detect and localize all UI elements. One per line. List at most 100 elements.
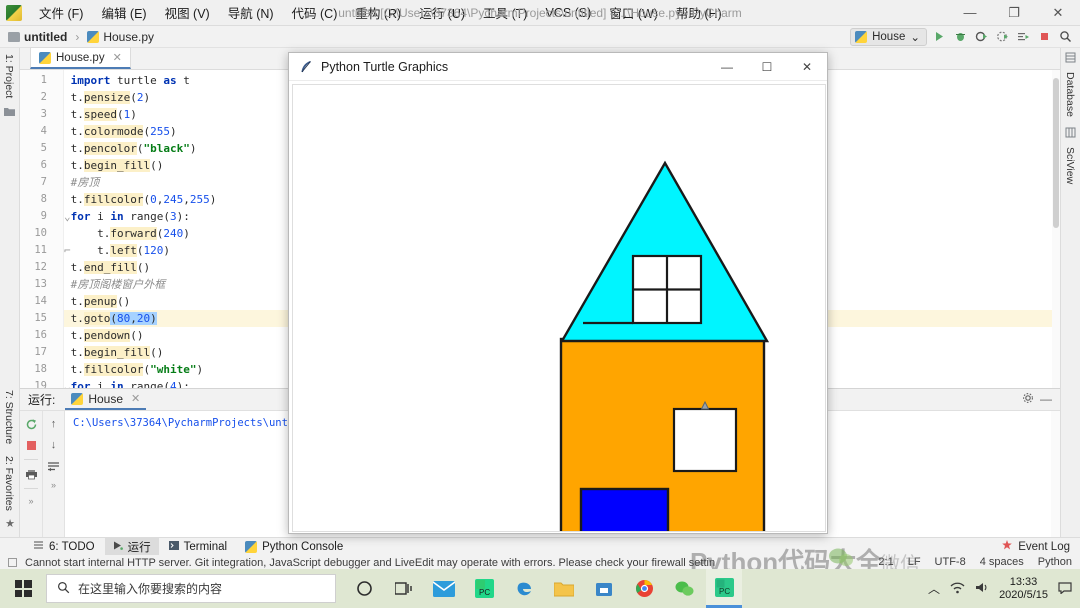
editor-tab-house-py[interactable]: House.py ✕ — [30, 47, 131, 69]
edge-icon[interactable] — [506, 569, 542, 608]
tool-tab-terminal[interactable]: Terminal — [161, 540, 235, 554]
run-configuration-selector[interactable]: House ⌄ — [850, 27, 927, 46]
menu-tools[interactable]: 工具 (T) — [474, 0, 536, 26]
run-with-console-icon[interactable] — [1014, 28, 1032, 46]
menu-code[interactable]: 代码 (C) — [283, 0, 347, 26]
tool-window-project[interactable]: 1: Project — [0, 48, 18, 104]
svg-text:PC: PC — [719, 587, 730, 596]
turtle-title-bar: Python Turtle Graphics — ☐ ✕ — [289, 53, 827, 81]
print-icon[interactable] — [24, 467, 38, 481]
minimize-button[interactable]: — — [948, 0, 992, 26]
debug-icon[interactable] — [951, 28, 969, 46]
menu-edit[interactable]: 编辑 (E) — [92, 0, 155, 26]
taskbar-search[interactable]: 在这里输入你要搜索的内容 — [46, 574, 336, 603]
turtle-maximize-button[interactable]: ☐ — [747, 53, 787, 81]
breadcrumb-project[interactable]: untitled — [24, 30, 67, 44]
turtle-window-controls: — ☐ ✕ — [707, 53, 827, 81]
close-button[interactable]: ✕ — [1036, 0, 1080, 26]
project-folder-icon — [4, 106, 19, 120]
line-number: 7 — [40, 176, 47, 188]
window-controls: — ❐ ✕ — [948, 0, 1080, 26]
tool-window-sciview[interactable]: SciView — [1061, 141, 1079, 190]
mail-icon[interactable] — [426, 569, 462, 608]
menu-vcs[interactable]: VCS (S) — [536, 2, 600, 24]
start-button[interactable] — [0, 569, 46, 608]
line-number: 19 — [34, 380, 47, 388]
cortana-icon[interactable] — [346, 569, 382, 608]
scroll-down-icon[interactable]: ↓ — [47, 438, 61, 452]
explorer-icon[interactable] — [546, 569, 582, 608]
editor-scrollbar[interactable] — [1052, 70, 1060, 388]
turtle-close-button[interactable]: ✕ — [787, 53, 827, 81]
menu-help[interactable]: 帮助 (H) — [667, 0, 731, 26]
todo-icon — [34, 540, 44, 553]
pycharm-logo-icon — [6, 4, 22, 21]
pycharm-icon[interactable]: PC — [466, 569, 502, 608]
clock-date: 2020/5/15 — [999, 588, 1048, 601]
menu-run[interactable]: 运行 (U) — [410, 0, 474, 26]
gear-icon[interactable] — [1022, 392, 1034, 407]
turtle-canvas[interactable] — [292, 84, 826, 532]
run-tab-house[interactable]: House ✕ — [65, 389, 147, 410]
line-separator[interactable]: LF — [908, 556, 921, 568]
stop-icon[interactable] — [1035, 28, 1053, 46]
caret-position[interactable]: 2:1 — [878, 556, 893, 568]
chrome-icon[interactable] — [626, 569, 662, 608]
rerun-icon[interactable] — [24, 417, 38, 431]
menu-window[interactable]: 窗口 (W) — [600, 0, 667, 26]
pycharm-active-icon[interactable]: PC — [706, 569, 742, 608]
menu-file[interactable]: 文件 (F) — [30, 0, 92, 26]
soft-wrap-icon[interactable] — [47, 459, 61, 473]
taskbar-clock[interactable]: 13:33 2020/5/15 — [999, 576, 1048, 602]
tool-window-database-label: Database — [1064, 72, 1076, 117]
file-encoding[interactable]: UTF-8 — [935, 556, 966, 568]
console-scrollbar[interactable] — [1051, 411, 1060, 537]
run-icon[interactable] — [930, 28, 948, 46]
menu-refactor[interactable]: 重构 (R) — [346, 0, 410, 26]
event-log-icon — [1002, 540, 1013, 553]
tool-tab-python-console-label: Python Console — [262, 540, 344, 553]
stop-icon[interactable] — [24, 438, 38, 452]
close-icon[interactable]: ✕ — [131, 392, 140, 405]
close-icon[interactable]: ✕ — [113, 51, 122, 64]
tool-tab-python-console[interactable]: Python Console — [237, 540, 351, 554]
run-console-toolbar-right: ↑ ↓ » — [42, 411, 64, 537]
maximize-button[interactable]: ❐ — [992, 0, 1036, 26]
tool-tab-todo[interactable]: 6: TODO — [26, 540, 103, 554]
turtle-minimize-button[interactable]: — — [707, 53, 747, 81]
run-coverage-icon[interactable] — [972, 28, 990, 46]
tray-expand-icon[interactable]: ︿ — [928, 580, 940, 597]
tool-tab-run[interactable]: 运行 — [104, 537, 159, 556]
taskbar-apps: PC PC — [346, 569, 742, 608]
expand-more-icon[interactable]: » — [51, 480, 56, 490]
notification-center-icon[interactable] — [1058, 581, 1072, 597]
menu-view[interactable]: 视图 (V) — [156, 0, 219, 26]
taskbar-search-placeholder: 在这里输入你要搜索的内容 — [78, 582, 223, 596]
tool-window-structure[interactable]: 7: Structure — [0, 384, 18, 450]
divider — [24, 459, 38, 460]
line-number-gutter: 1 2 3 4 5 6 7 8 9 10 11 12 13 14 15 16 17 18 19 — [20, 70, 64, 388]
tool-window-database[interactable]: Database — [1061, 66, 1079, 123]
hide-panel-button[interactable]: — — [1040, 392, 1052, 407]
run-console-toolbar: » ↑ ↓ » — [20, 411, 64, 537]
editor-scrollbar-thumb[interactable] — [1053, 78, 1059, 228]
breadcrumb-file[interactable]: House.py — [103, 30, 154, 44]
store-icon[interactable] — [586, 569, 622, 608]
tool-window-favorites[interactable]: 2: Favorites — [0, 450, 18, 517]
profile-icon[interactable] — [993, 28, 1011, 46]
line-number: 6 — [40, 159, 47, 171]
wechat-icon[interactable] — [666, 569, 702, 608]
python-file-icon — [71, 392, 84, 405]
menu-navigate[interactable]: 导航 (N) — [219, 0, 283, 26]
interpreter-label[interactable]: Python — [1038, 556, 1072, 568]
indent-setting[interactable]: 4 spaces — [980, 556, 1024, 568]
system-tray: ︿ 13:33 2020/5/15 — [928, 576, 1080, 602]
volume-icon[interactable] — [975, 581, 989, 597]
expand-more-icon[interactable]: » — [28, 496, 33, 506]
tool-window-structure-label: 7: Structure — [3, 389, 15, 445]
search-everywhere-icon[interactable] — [1056, 28, 1074, 46]
scroll-up-icon[interactable]: ↑ — [47, 417, 61, 431]
network-icon[interactable] — [950, 581, 965, 597]
task-view-icon[interactable] — [386, 569, 422, 608]
event-log-group[interactable]: Event Log — [1002, 540, 1080, 553]
